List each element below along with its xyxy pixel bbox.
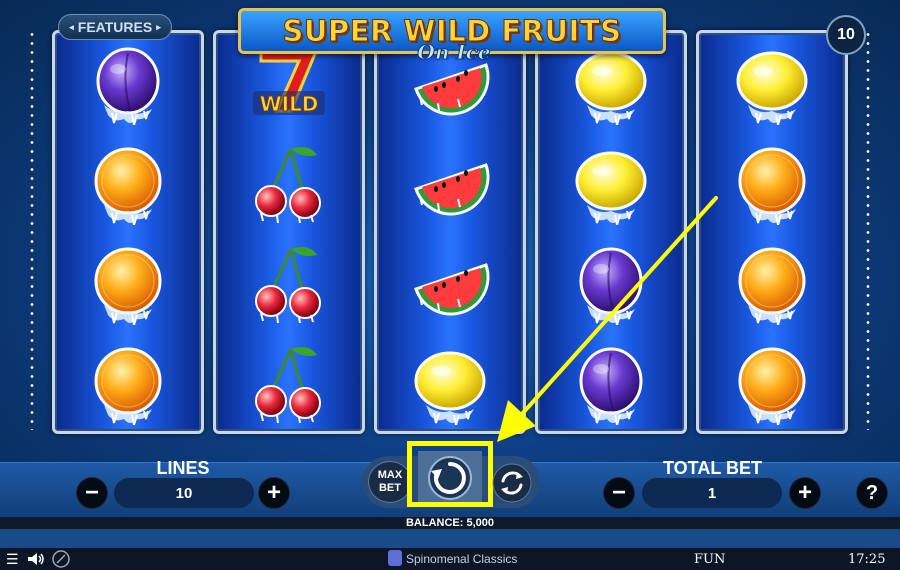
orange-symbol (55, 333, 201, 433)
reel-3 (374, 30, 526, 434)
max-bet-button[interactable]: MAX BET (368, 461, 412, 503)
menu-icon[interactable]: ☰ (6, 551, 19, 568)
provider-name: Spinomenal Classics (406, 552, 518, 566)
turbo-icon[interactable] (52, 550, 70, 568)
reel-2: WILD (213, 30, 365, 434)
features-button[interactable]: ◂ FEATURES ▸ (58, 14, 172, 40)
watermelon-symbol (377, 233, 523, 333)
watermelon-symbol (377, 133, 523, 233)
orange-symbol (699, 233, 845, 333)
lines-label: LINES (156, 458, 210, 478)
clock: 17:25 (848, 552, 886, 567)
light-dots-left (30, 30, 34, 430)
cherry-symbol (216, 233, 362, 333)
game-mode: FUN (694, 552, 726, 567)
triangle-left-icon: ◂ (69, 21, 74, 32)
lemon-symbol (377, 333, 523, 433)
light-dots-right (866, 30, 870, 430)
autoplay-button[interactable] (490, 462, 534, 504)
cherry-symbol (216, 133, 362, 233)
lemon-symbol (538, 133, 684, 233)
orange-symbol (699, 133, 845, 233)
total-bet-label: TOTAL BET (663, 458, 762, 478)
speaker-icon[interactable] (27, 552, 45, 566)
lines-plus-button[interactable]: + (258, 477, 290, 509)
lemon-symbol (699, 33, 845, 133)
help-button[interactable]: ? (856, 477, 888, 509)
reel-5 (696, 30, 848, 434)
footer-strip (0, 529, 900, 548)
max-bet-label: MAX BET (377, 469, 403, 494)
plum-symbol (538, 233, 684, 333)
spin-highlight-box (407, 441, 493, 507)
provider-logo-icon (388, 550, 402, 566)
lines-minus-button[interactable]: − (76, 477, 108, 509)
lines-value: 10 (114, 478, 254, 508)
autoplay-icon (492, 463, 532, 503)
reel-4 (535, 30, 687, 434)
lines-count-badge: 10 (826, 15, 866, 55)
game-subtitle: On Ice (417, 40, 491, 65)
orange-symbol (55, 133, 201, 233)
bet-plus-button[interactable]: + (789, 477, 821, 509)
orange-symbol (699, 333, 845, 433)
balance-display: BALANCE: 5,000 (0, 517, 900, 529)
game-stage: WILD SUPER WILD FRUITS On Ice ◂ FEATURES… (0, 0, 900, 462)
total-bet-value: 1 (642, 478, 782, 508)
svg-text:WILD: WILD (260, 92, 319, 116)
features-label: FEATURES (77, 19, 153, 35)
plum-symbol (538, 333, 684, 433)
bet-minus-button[interactable]: − (603, 477, 635, 509)
footer: ☰ Spinomenal Classics FUN 17:25 (0, 548, 900, 570)
plum-symbol (55, 33, 201, 133)
cherry-symbol (216, 333, 362, 433)
reel-1 (52, 30, 204, 434)
triangle-right-icon: ▸ (156, 21, 161, 32)
orange-symbol (55, 233, 201, 333)
